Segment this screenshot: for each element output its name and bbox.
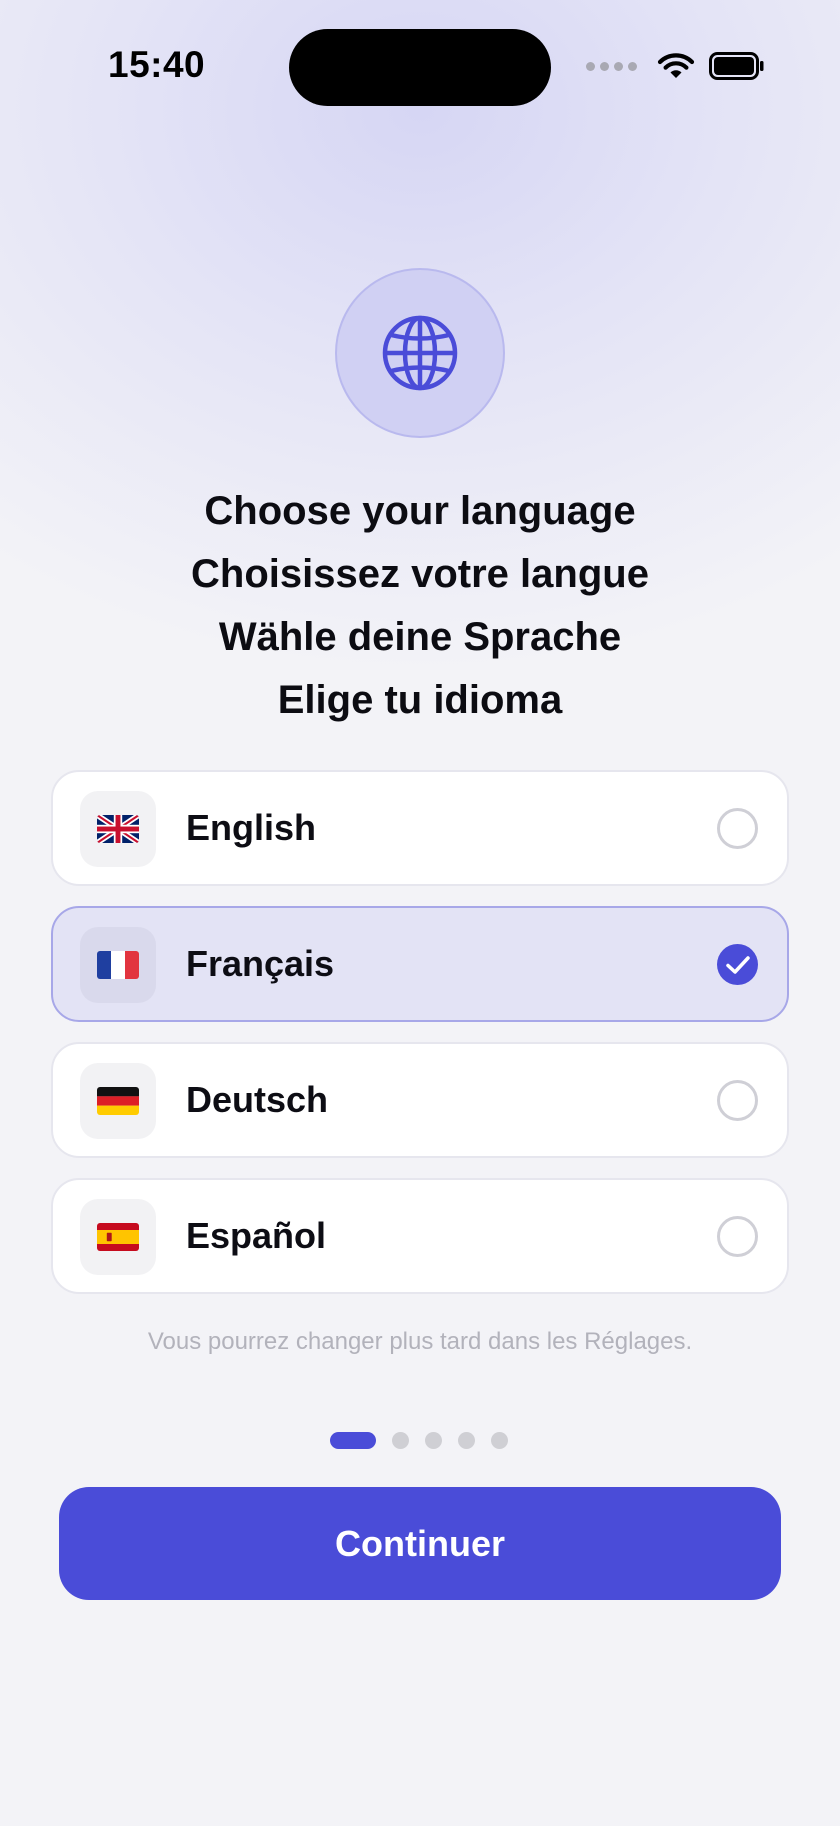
battery-icon <box>709 52 764 80</box>
flag-tile <box>80 791 156 867</box>
wifi-icon <box>657 53 695 78</box>
globe-badge <box>335 268 505 438</box>
status-icons <box>586 52 765 80</box>
dynamic-island <box>289 29 551 106</box>
radio-unchecked[interactable] <box>717 1216 758 1257</box>
france-flag-icon <box>97 951 139 979</box>
radio-unchecked[interactable] <box>717 808 758 849</box>
checkmark-icon <box>725 955 750 974</box>
germany-flag-icon <box>97 1087 139 1115</box>
page-dot-active <box>330 1432 376 1449</box>
language-option-english[interactable]: English <box>51 770 789 886</box>
language-label: Español <box>186 1215 327 1256</box>
title-german: Wähle deine Sprache <box>218 615 622 659</box>
radio-unchecked[interactable] <box>717 1080 758 1121</box>
language-selection-screen: 15:40 Choose your language Choisissez vo… <box>0 0 840 1826</box>
page-dot <box>425 1432 442 1449</box>
language-option-spanish[interactable]: Español <box>51 1178 789 1294</box>
status-time: 15:40 <box>108 44 206 85</box>
flag-tile <box>80 927 156 1003</box>
flag-tile <box>80 1063 156 1139</box>
radio-checked[interactable] <box>717 944 758 985</box>
globe-icon <box>382 315 458 391</box>
page-indicator <box>330 1432 508 1449</box>
language-option-german[interactable]: Deutsch <box>51 1042 789 1158</box>
language-label: Français <box>186 943 335 984</box>
title-group: Choose your language Choisissez votre la… <box>0 480 840 732</box>
flag-tile <box>80 1199 156 1275</box>
language-list: English Français Deutsch Español <box>51 770 789 1314</box>
language-label: English <box>186 807 317 848</box>
language-option-french[interactable]: Français <box>51 906 789 1022</box>
title-english: Choose your language <box>204 489 636 533</box>
page-dot <box>491 1432 508 1449</box>
signal-dots-icon <box>586 61 637 71</box>
language-label: Deutsch <box>186 1079 329 1120</box>
title-french: Choisissez votre langue <box>191 552 649 596</box>
title-spanish: Elige tu idioma <box>277 678 563 722</box>
continue-button[interactable]: Continuer <box>59 1487 781 1600</box>
settings-note: Vous pourrez changer plus tard dans les … <box>147 1328 693 1355</box>
uk-flag-icon <box>97 815 139 843</box>
page-dot <box>458 1432 475 1449</box>
spain-flag-icon <box>97 1223 139 1251</box>
page-dot <box>392 1432 409 1449</box>
